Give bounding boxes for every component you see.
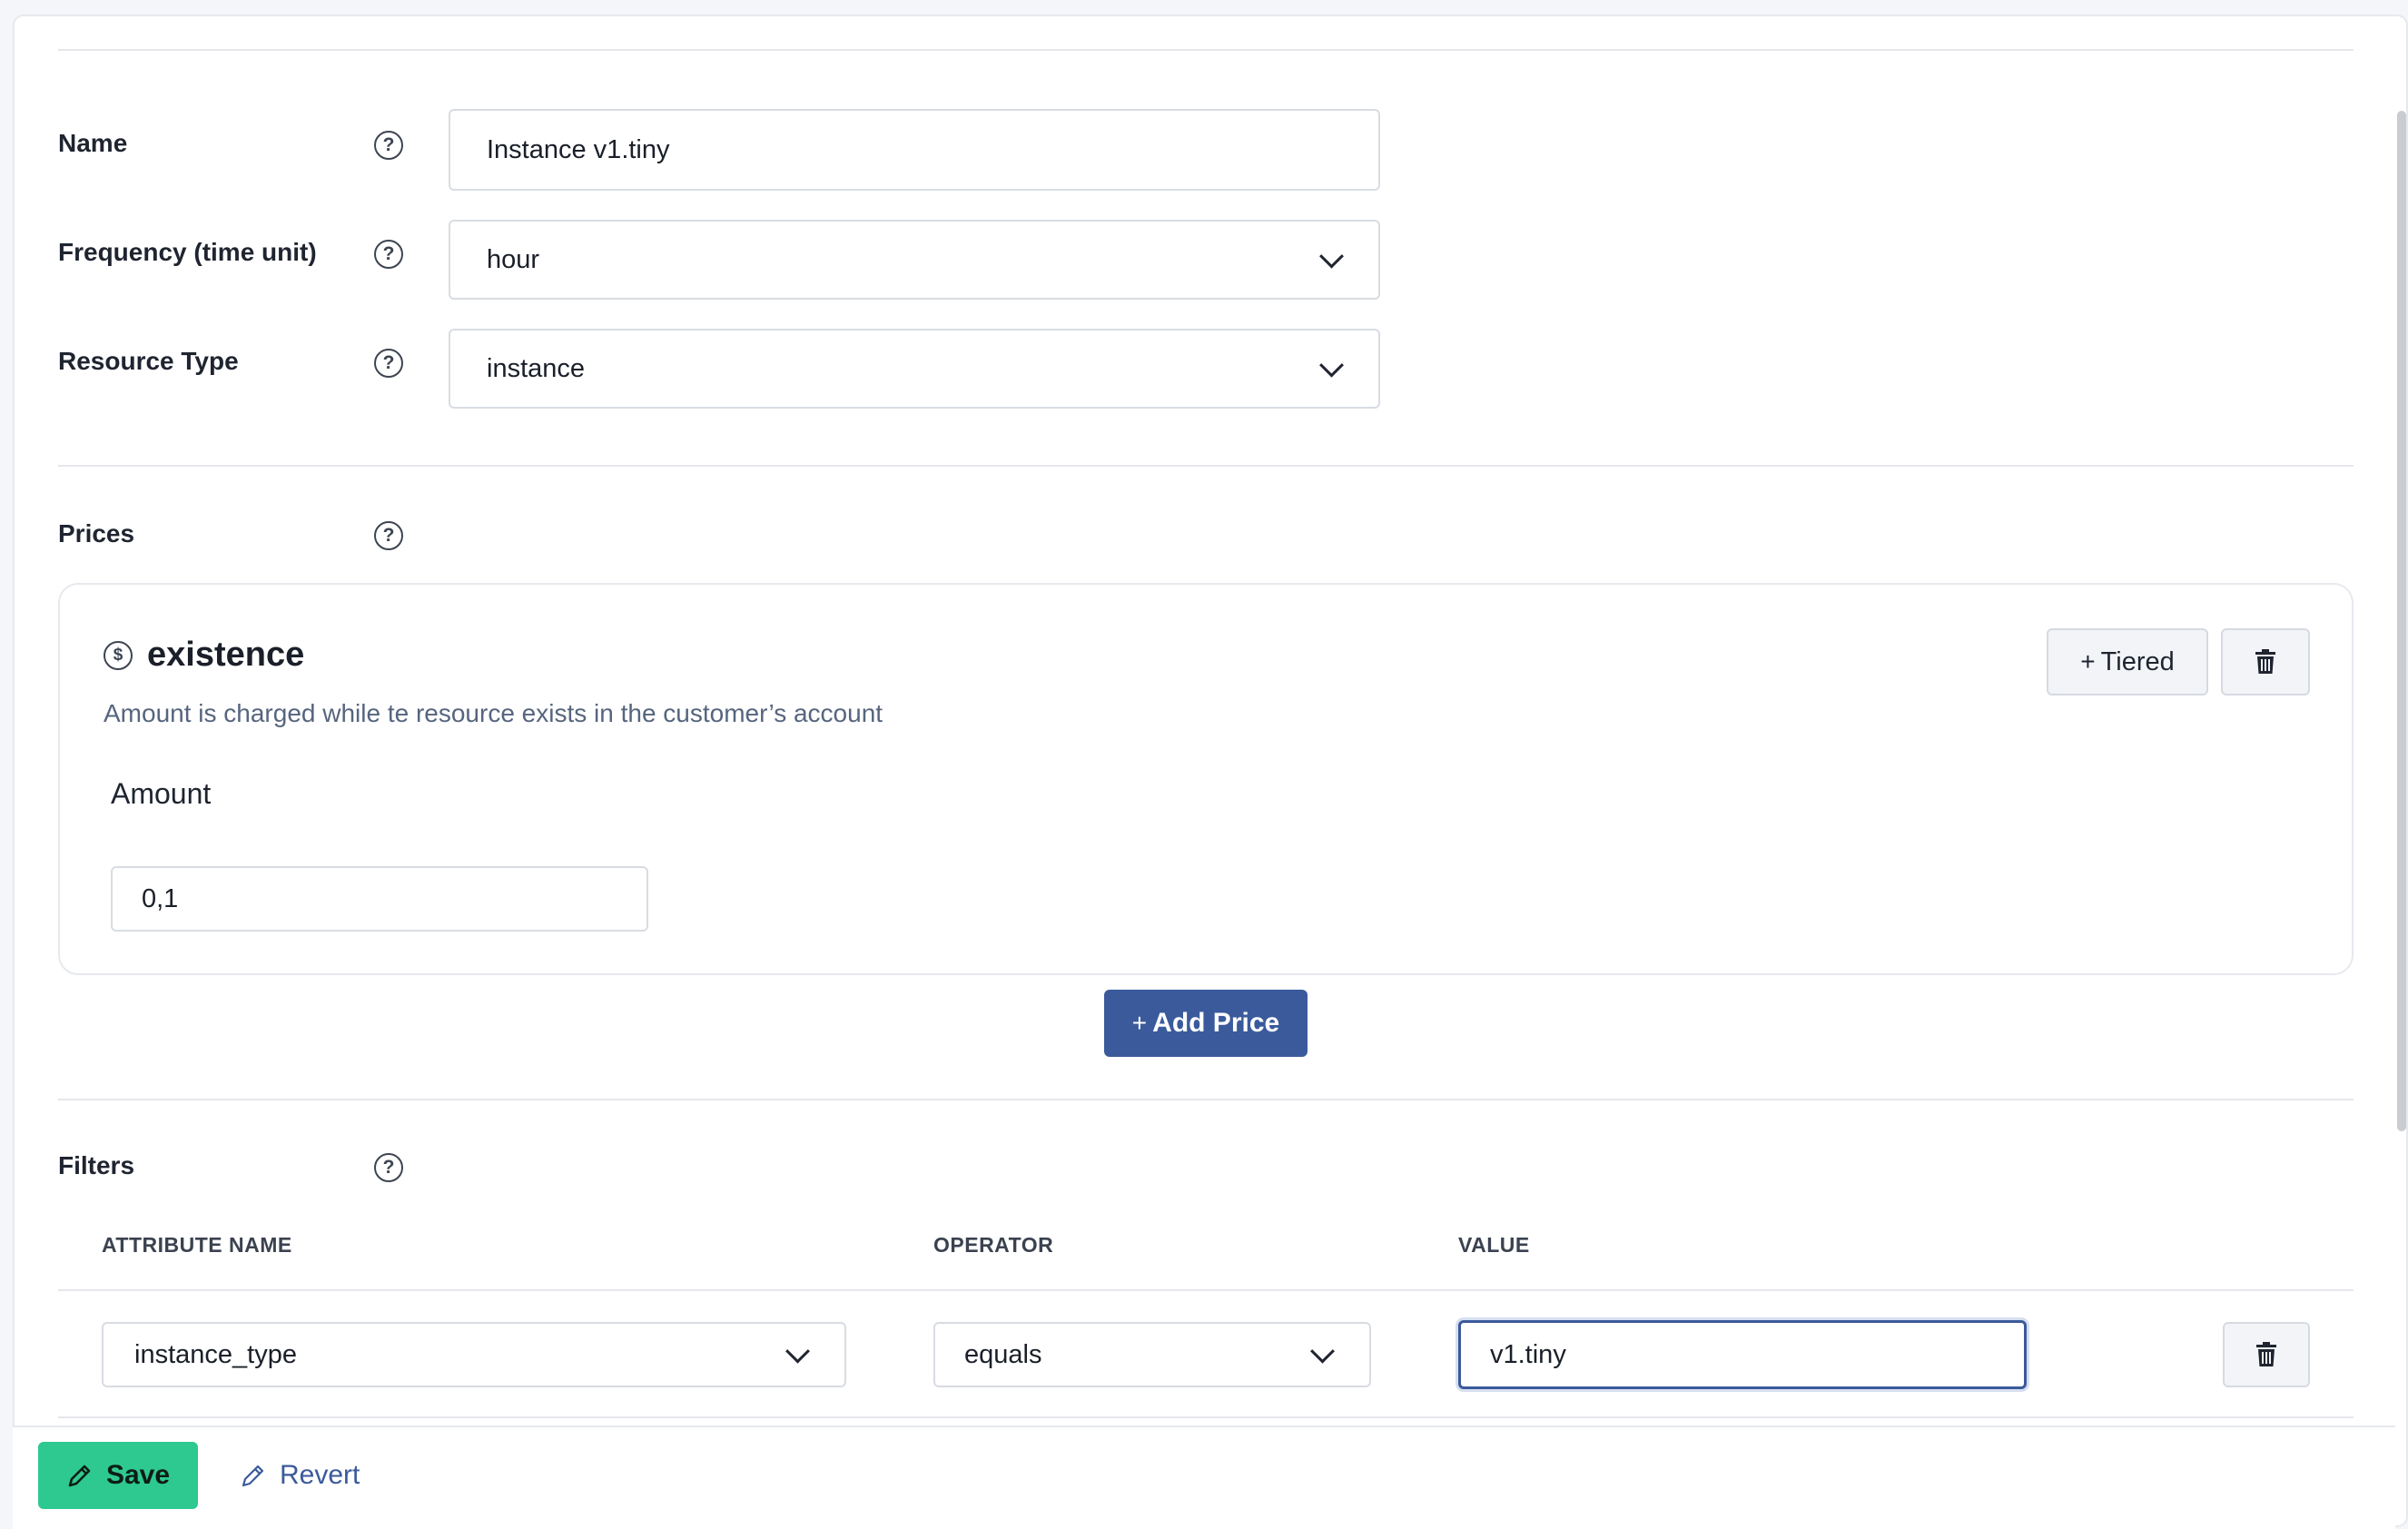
frequency-label: Frequency (time unit) — [58, 238, 317, 266]
price-description: Amount is charged while te resource exis… — [104, 699, 883, 727]
add-tiered-button[interactable]: + Tiered — [2047, 628, 2208, 695]
pencil-icon — [68, 1465, 91, 1487]
question-circle-icon[interactable]: ? — [374, 240, 403, 269]
add-price-label: Add Price — [1152, 1008, 1280, 1038]
amount-input-value: 0,1 — [142, 883, 179, 913]
price-title: existence — [147, 636, 305, 674]
frequency-select-value: hour — [487, 244, 540, 274]
filters-label: Filters — [58, 1151, 135, 1179]
attribute-name-select[interactable]: instance_type — [102, 1322, 846, 1387]
column-header-attribute-name: ATTRIBUTE NAME — [102, 1233, 292, 1257]
operator-value: equals — [964, 1339, 1042, 1369]
resource-type-select-value: instance — [487, 353, 586, 383]
revert-button[interactable]: Revert — [240, 1442, 360, 1509]
frequency-select[interactable]: hour — [449, 220, 1380, 300]
question-circle-icon[interactable]: ? — [374, 1153, 403, 1182]
chevron-down-icon — [1319, 352, 1344, 378]
filter-value-text: v1.tiny — [1490, 1339, 1566, 1369]
save-label: Save — [105, 1460, 171, 1490]
plus-icon: + — [1131, 1009, 1148, 1037]
filter-value-input[interactable]: v1.tiny — [1458, 1320, 2027, 1389]
footer-bar: Save Revert — [13, 1425, 2395, 1529]
delete-price-button[interactable] — [2221, 628, 2310, 695]
name-label: Name — [58, 129, 128, 157]
divider — [58, 1099, 2354, 1100]
divider — [58, 1289, 2354, 1291]
amount-label: Amount — [111, 777, 212, 810]
pencil-icon — [242, 1465, 264, 1487]
column-header-value: VALUE — [1458, 1233, 1530, 1257]
question-circle-icon[interactable]: ? — [374, 131, 403, 160]
revert-label: Revert — [280, 1460, 360, 1490]
prices-label: Prices — [58, 519, 135, 547]
trash-icon — [2255, 649, 2275, 674]
chevron-down-icon — [785, 1338, 810, 1364]
question-circle-icon[interactable]: ? — [374, 349, 403, 378]
plus-icon: + — [2080, 647, 2096, 676]
resource-type-select[interactable]: instance — [449, 329, 1380, 409]
divider — [58, 49, 2354, 51]
price-card: $ existence Amount is charged while te r… — [58, 583, 2354, 975]
operator-select[interactable]: equals — [933, 1322, 1371, 1387]
page: Name ? Instance v1.tiny Frequency (time … — [0, 0, 2408, 1529]
name-input[interactable]: Instance v1.tiny — [449, 109, 1380, 191]
amount-input[interactable]: 0,1 — [111, 866, 648, 932]
add-tiered-label: Tiered — [2100, 646, 2175, 676]
trash-icon — [2256, 1342, 2276, 1366]
name-input-value: Instance v1.tiny — [487, 134, 670, 164]
save-button[interactable]: Save — [38, 1442, 198, 1509]
add-price-button[interactable]: + Add Price — [1104, 990, 1308, 1057]
divider — [58, 465, 2354, 467]
column-header-operator: OPERATOR — [933, 1233, 1054, 1257]
chevron-down-icon — [1319, 243, 1344, 269]
dollar-circle-icon: $ — [104, 641, 133, 670]
attribute-name-value: instance_type — [134, 1339, 297, 1369]
divider — [58, 1416, 2354, 1418]
chevron-down-icon — [1310, 1338, 1335, 1364]
question-circle-icon[interactable]: ? — [374, 521, 403, 550]
delete-filter-button[interactable] — [2223, 1322, 2310, 1387]
scrollbar[interactable] — [2397, 111, 2406, 1131]
resource-type-label: Resource Type — [58, 347, 239, 375]
